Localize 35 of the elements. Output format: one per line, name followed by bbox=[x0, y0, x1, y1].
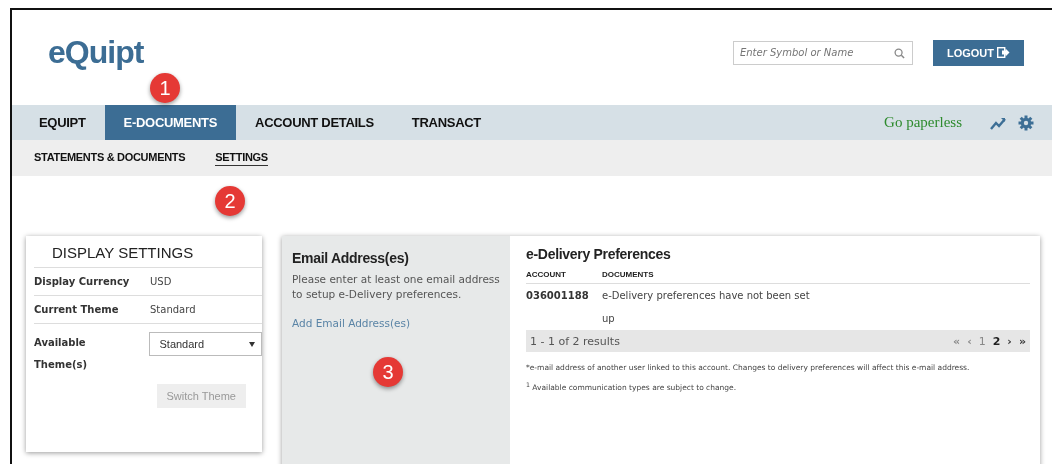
nav-tab[interactable]: E-DOCUMENTS bbox=[104, 105, 237, 140]
setting-value: Standard bbox=[150, 304, 196, 315]
search-icon bbox=[893, 47, 905, 59]
nav-tab[interactable]: EQUIPT bbox=[20, 105, 105, 140]
theme-dropdown[interactable]: Standard bbox=[149, 332, 262, 356]
section-title: e-Delivery Preferences bbox=[526, 246, 672, 262]
setting-label: Current Theme bbox=[34, 304, 120, 315]
table-cell: e-Delivery preferences have not been set bbox=[602, 290, 810, 301]
pager-arrow[interactable]: » bbox=[1018, 334, 1026, 348]
caret-icon bbox=[249, 341, 255, 347]
logout-button[interactable]: LOGOUT bbox=[932, 39, 1024, 66]
results-count: 1 - 1 of 2 results bbox=[530, 334, 620, 348]
logout-icon bbox=[997, 47, 1010, 58]
setting-label: Display Currency bbox=[34, 276, 131, 287]
nav-tab[interactable]: TRANSACT bbox=[392, 105, 500, 140]
logo[interactable]: eQuipt bbox=[48, 34, 144, 71]
nav-tab[interactable]: ACCOUNT DETAILS bbox=[236, 105, 393, 140]
chart-icon[interactable] bbox=[990, 115, 1006, 130]
step-badge: 2 bbox=[215, 186, 245, 216]
subnav-link[interactable]: STATEMENTS & DOCUMENTS bbox=[34, 150, 186, 166]
column-header: ACCOUNT bbox=[526, 270, 567, 279]
section-title: Email Address(es) bbox=[292, 250, 410, 266]
step-badge: 1 bbox=[150, 73, 180, 103]
setting-label: Available Theme(s) bbox=[34, 336, 89, 372]
page-link[interactable]: 2 bbox=[992, 334, 1001, 348]
subnav-link[interactable]: SETTINGS bbox=[215, 150, 268, 166]
instruction-text: Please enter at least one email address to setup e-Delivery preferences. bbox=[292, 272, 501, 302]
setting-value: USD bbox=[150, 276, 172, 287]
column-header: DOCUMENTS bbox=[602, 270, 654, 279]
table-cell-text: 036001188 bbox=[526, 290, 590, 303]
table-cell-text: up bbox=[602, 313, 616, 324]
search-field[interactable]: Enter Symbol or Name bbox=[732, 40, 913, 65]
card-title: DISPLAY SETTINGS bbox=[34, 236, 262, 268]
settings-icon[interactable] bbox=[1018, 114, 1034, 131]
pager-arrow[interactable]: › bbox=[1007, 334, 1012, 348]
